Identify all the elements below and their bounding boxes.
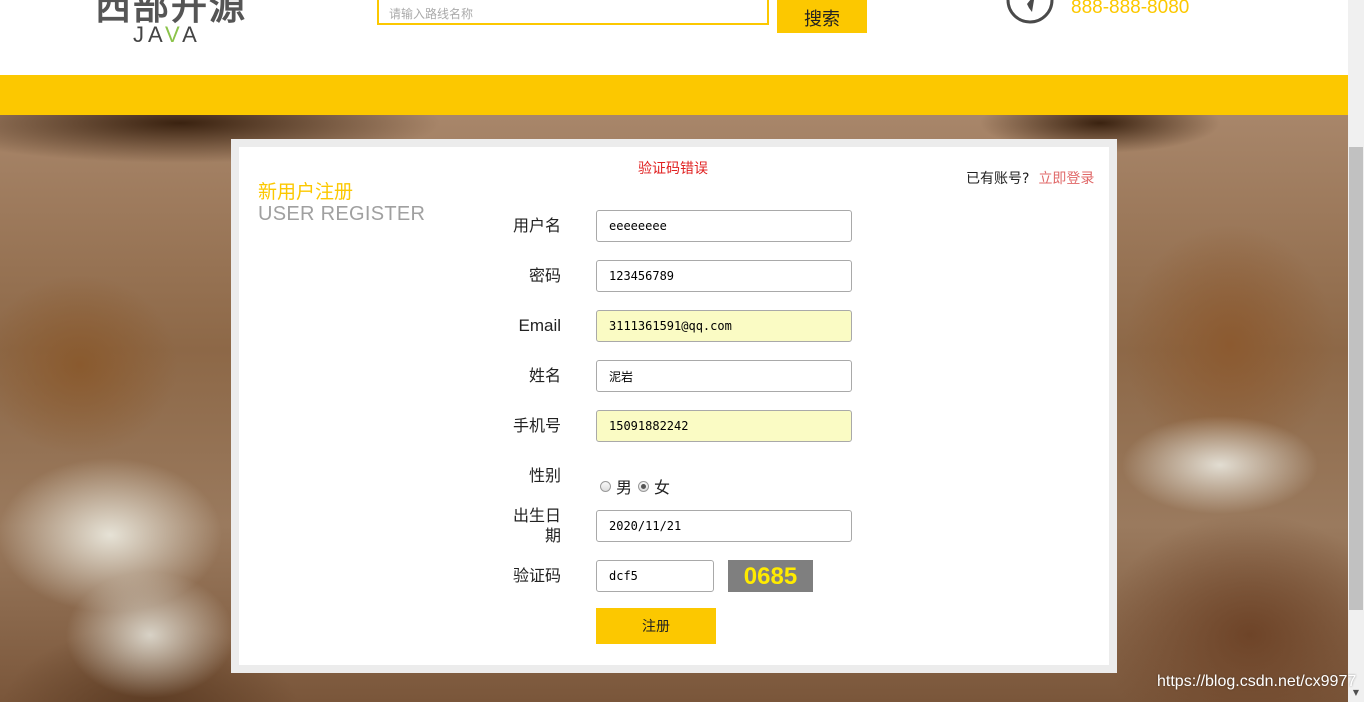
- captcha-field[interactable]: [596, 560, 714, 592]
- register-title-cn: 新用户注册: [258, 181, 354, 203]
- register-button[interactable]: 注册: [596, 608, 716, 644]
- gender-radio-male[interactable]: [600, 480, 611, 492]
- name-field[interactable]: [596, 360, 852, 392]
- hotline-number: 888-888-8080: [1071, 0, 1190, 18]
- email-field[interactable]: [596, 310, 852, 342]
- gender-radio-group: 男 女: [600, 474, 676, 498]
- gender-female-label: 女: [654, 478, 671, 497]
- error-message: 验证码错误: [638, 161, 708, 177]
- login-prompt: 已有账号? 立即登录: [966, 168, 1094, 188]
- gender-radio-female[interactable]: [638, 480, 650, 492]
- register-title-en: USER REGISTER: [258, 203, 426, 225]
- site-header: 西部开源 JAVA 搜索 888-888-8080: [0, 0, 1348, 75]
- vertical-scrollbar[interactable]: ▼: [1348, 0, 1364, 702]
- watermark-text: https://blog.csdn.net/cx9977: [1157, 673, 1357, 690]
- search-input[interactable]: [377, 0, 769, 25]
- search-button[interactable]: 搜索: [777, 0, 867, 33]
- register-card: 新用户注册 USER REGISTER 验证码错误 已有账号? 立即登录 用户名 …: [239, 147, 1109, 665]
- phone-field[interactable]: [596, 410, 852, 442]
- site-logo[interactable]: 西部开源 JAVA: [95, 0, 245, 50]
- birthday-field[interactable]: [596, 510, 852, 542]
- name-label: 姓名: [528, 366, 561, 385]
- logo-text-java: JAVA: [133, 22, 201, 47]
- register-panel: 新用户注册 USER REGISTER 验证码错误 已有账号? 立即登录 用户名 …: [231, 139, 1117, 673]
- password-field[interactable]: [596, 260, 852, 292]
- birthday-label-line2: 期: [544, 526, 561, 545]
- nav-bar: [0, 75, 1348, 115]
- captcha-image[interactable]: 0685: [728, 560, 813, 592]
- password-label: 密码: [528, 266, 561, 285]
- captcha-label: 验证码: [512, 566, 561, 585]
- phone-icon: [1006, 0, 1054, 24]
- gender-male-label: 男: [616, 478, 633, 497]
- birthday-label: 出生日 期: [476, 506, 561, 546]
- phone-label: 手机号: [512, 416, 561, 435]
- email-label: Email: [518, 316, 561, 335]
- birthday-label-line1: 出生日: [512, 506, 561, 525]
- username-label: 用户名: [512, 216, 561, 235]
- scrollbar-thumb[interactable]: [1349, 147, 1363, 610]
- gender-label: 性别: [528, 466, 561, 485]
- login-link[interactable]: 立即登录: [1038, 171, 1094, 187]
- username-field[interactable]: [596, 210, 852, 242]
- have-account-text: 已有账号?: [966, 171, 1030, 187]
